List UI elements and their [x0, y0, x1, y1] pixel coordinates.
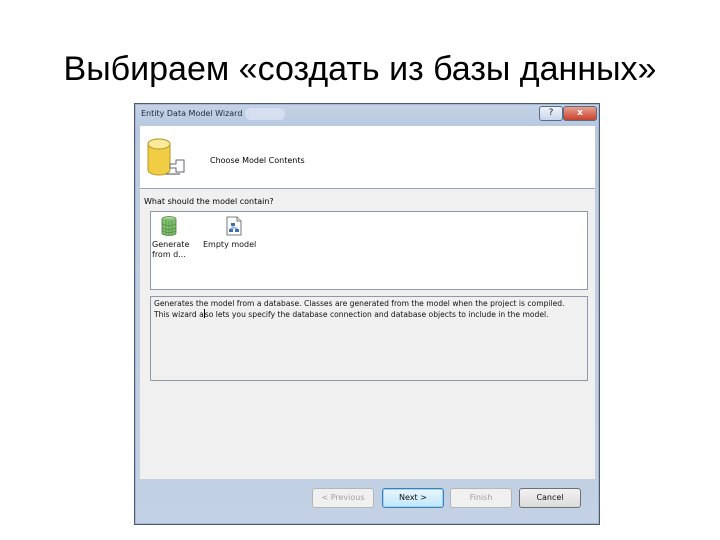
close-button[interactable]: x [563, 106, 597, 121]
option-label-line1: Generate [152, 240, 190, 249]
finish-button[interactable]: Finish [450, 488, 512, 508]
option-empty-model[interactable]: Empty model [203, 216, 273, 250]
wizard-content: What should the model contain? Generate … [140, 189, 595, 479]
description-line-2: This wizard aso lets you specify the dat… [154, 309, 584, 320]
previous-button[interactable]: < Previous [312, 488, 374, 508]
slide-title: Выбираем «создать из базы данных» [63, 50, 657, 88]
next-button[interactable]: Next > [382, 488, 444, 508]
title-bar[interactable]: Entity Data Model Wizard ? x [135, 104, 599, 126]
title-glow [245, 108, 285, 120]
wizard-window: Entity Data Model Wizard ? x Choose Mode… [134, 103, 600, 525]
option-label-line2: from d... [152, 250, 186, 259]
cancel-button[interactable]: Cancel [519, 488, 581, 508]
description-line-2-start: This wizard a [154, 310, 204, 319]
empty-model-icon [226, 216, 242, 236]
model-question: What should the model contain? [144, 197, 274, 206]
window-title: Entity Data Model Wizard [141, 109, 243, 118]
database-connector-icon [147, 138, 185, 176]
wizard-header: Choose Model Contents [140, 126, 595, 189]
database-icon [161, 216, 177, 236]
model-contents-list[interactable]: Generate from d... Empty model [150, 211, 588, 290]
option-description: Generates the model from a database. Cla… [150, 296, 588, 381]
description-line-1: Generates the model from a database. Cla… [154, 299, 565, 308]
header-heading: Choose Model Contents [210, 156, 305, 165]
option-generate-from-database[interactable]: Generate from d... [152, 216, 202, 260]
description-line-2-end: so lets you specify the database connect… [204, 310, 549, 319]
help-button[interactable]: ? [539, 106, 563, 121]
option-label: Empty model [203, 240, 257, 249]
